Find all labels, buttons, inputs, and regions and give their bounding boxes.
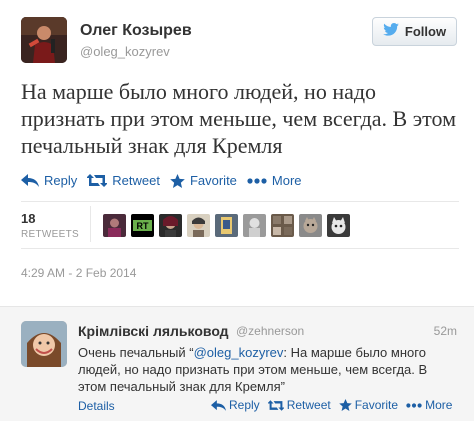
retweeter-avatar[interactable] [187, 214, 210, 237]
author-name[interactable]: Олег Козырев [80, 22, 192, 40]
retweeter-avatar[interactable] [215, 214, 238, 237]
retweet-label: Retweet [286, 398, 331, 412]
reply-author-name[interactable]: Крімлівскі ляльковод [78, 323, 229, 339]
reply-author-handle[interactable]: @zehnerson [236, 324, 304, 338]
retweeter-avatar[interactable] [271, 214, 294, 237]
more-label: More [271, 173, 302, 188]
retweet-label: Retweet [112, 173, 160, 188]
retweeter-avatar[interactable] [103, 214, 126, 237]
more-dots-icon [406, 402, 422, 408]
more-label: More [425, 398, 453, 412]
reply-time[interactable]: 52m [434, 324, 457, 338]
author-avatar[interactable] [21, 17, 67, 63]
stats-separator [90, 206, 91, 242]
favorite-button[interactable]: Favorite [338, 398, 399, 412]
reply-button[interactable]: Reply [211, 398, 260, 412]
retweets-label: RETWEETS [21, 229, 79, 240]
star-icon [170, 173, 185, 188]
reply-author-avatar[interactable] [21, 321, 67, 367]
more-button[interactable]: More [247, 173, 302, 188]
retweet-count[interactable]: 18 [21, 211, 35, 226]
follow-label: Follow [404, 24, 447, 39]
tweet-actions: Reply Retweet Favorite More [21, 173, 312, 188]
reply-icon [211, 399, 226, 411]
star-icon [338, 399, 352, 411]
more-dots-icon [247, 177, 267, 184]
rt-logo-text: RT [137, 221, 149, 231]
retweeter-avatar[interactable] [159, 214, 182, 237]
tweet-text: На марше было много людей, но надо призн… [21, 79, 457, 158]
divider [21, 201, 459, 202]
reply-button[interactable]: Reply [21, 173, 77, 188]
twitter-bird-icon [383, 22, 399, 41]
details-link[interactable]: Details [78, 399, 115, 413]
follow-button[interactable]: Follow [372, 17, 457, 46]
reply-tweet: Крімлівскі ляльковод @zehnerson 52m Очен… [0, 306, 474, 421]
retweeter-avatar[interactable] [243, 214, 266, 237]
mention-link[interactable]: @oleg_kozyrev [194, 345, 284, 360]
author-handle[interactable]: @oleg_kozyrev [80, 44, 170, 59]
retweet-icon [87, 174, 108, 187]
retweeter-avatars: RT [103, 214, 350, 237]
retweet-icon [267, 399, 284, 411]
favorite-label: Favorite [189, 173, 237, 188]
retweet-button[interactable]: Retweet [87, 173, 160, 188]
retweet-button[interactable]: Retweet [267, 398, 331, 412]
reply-label: Reply [229, 398, 260, 412]
retweeter-avatar[interactable] [299, 214, 322, 237]
retweeter-avatar-rt-logo[interactable]: RT [131, 214, 154, 237]
reply-text: Очень печальный “@oleg_kozyrev: На марше… [78, 344, 458, 395]
more-button[interactable]: More [406, 398, 452, 412]
reply-actions: Reply Retweet Favorite More [211, 398, 460, 412]
reply-text-before: Очень печальный “ [78, 345, 194, 360]
favorite-button[interactable]: Favorite [170, 173, 237, 188]
favorite-label: Favorite [354, 398, 399, 412]
divider [21, 248, 459, 249]
reply-label: Reply [44, 173, 78, 188]
retweeter-avatar[interactable] [327, 214, 350, 237]
tweet-timestamp[interactable]: 4:29 AM - 2 Feb 2014 [21, 266, 136, 280]
main-tweet: Олег Козырев @oleg_kozyrev Follow На мар… [0, 0, 474, 306]
reply-icon [21, 174, 39, 187]
